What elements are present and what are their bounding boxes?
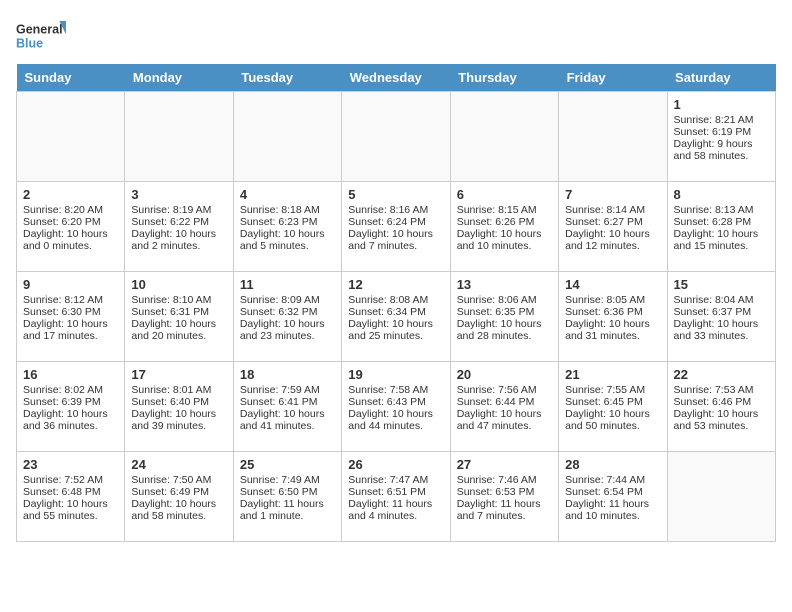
calendar-cell: 7Sunrise: 8:14 AMSunset: 6:27 PMDaylight…	[559, 182, 667, 272]
calendar-cell: 6Sunrise: 8:15 AMSunset: 6:26 PMDaylight…	[450, 182, 558, 272]
calendar-week-row: 2Sunrise: 8:20 AMSunset: 6:20 PMDaylight…	[17, 182, 776, 272]
day-number: 7	[565, 187, 660, 202]
calendar-cell: 17Sunrise: 8:01 AMSunset: 6:40 PMDayligh…	[125, 362, 233, 452]
day-number: 9	[23, 277, 118, 292]
calendar-cell	[667, 452, 775, 542]
svg-text:Blue: Blue	[16, 37, 43, 51]
calendar-cell	[233, 92, 341, 182]
day-of-week-header: Sunday	[17, 64, 125, 92]
calendar-week-row: 16Sunrise: 8:02 AMSunset: 6:39 PMDayligh…	[17, 362, 776, 452]
logo: General Blue	[16, 16, 66, 56]
calendar-cell: 4Sunrise: 8:18 AMSunset: 6:23 PMDaylight…	[233, 182, 341, 272]
day-number: 14	[565, 277, 660, 292]
day-number: 3	[131, 187, 226, 202]
logo-svg: General Blue	[16, 16, 66, 56]
calendar-cell: 19Sunrise: 7:58 AMSunset: 6:43 PMDayligh…	[342, 362, 450, 452]
calendar-cell: 12Sunrise: 8:08 AMSunset: 6:34 PMDayligh…	[342, 272, 450, 362]
calendar-cell: 8Sunrise: 8:13 AMSunset: 6:28 PMDaylight…	[667, 182, 775, 272]
calendar-cell: 22Sunrise: 7:53 AMSunset: 6:46 PMDayligh…	[667, 362, 775, 452]
calendar-cell: 20Sunrise: 7:56 AMSunset: 6:44 PMDayligh…	[450, 362, 558, 452]
svg-text:General: General	[16, 23, 63, 37]
calendar-cell: 26Sunrise: 7:47 AMSunset: 6:51 PMDayligh…	[342, 452, 450, 542]
calendar-cell: 24Sunrise: 7:50 AMSunset: 6:49 PMDayligh…	[125, 452, 233, 542]
calendar-cell: 5Sunrise: 8:16 AMSunset: 6:24 PMDaylight…	[342, 182, 450, 272]
calendar-cell: 15Sunrise: 8:04 AMSunset: 6:37 PMDayligh…	[667, 272, 775, 362]
day-of-week-header: Monday	[125, 64, 233, 92]
calendar-cell: 27Sunrise: 7:46 AMSunset: 6:53 PMDayligh…	[450, 452, 558, 542]
day-of-week-header: Thursday	[450, 64, 558, 92]
calendar-cell: 25Sunrise: 7:49 AMSunset: 6:50 PMDayligh…	[233, 452, 341, 542]
day-number: 15	[674, 277, 769, 292]
day-number: 6	[457, 187, 552, 202]
calendar-cell	[559, 92, 667, 182]
calendar-cell: 9Sunrise: 8:12 AMSunset: 6:30 PMDaylight…	[17, 272, 125, 362]
page-header: General Blue	[16, 16, 776, 56]
calendar-cell	[17, 92, 125, 182]
calendar-cell: 1Sunrise: 8:21 AMSunset: 6:19 PMDaylight…	[667, 92, 775, 182]
day-number: 28	[565, 457, 660, 472]
calendar-week-row: 23Sunrise: 7:52 AMSunset: 6:48 PMDayligh…	[17, 452, 776, 542]
calendar-cell: 23Sunrise: 7:52 AMSunset: 6:48 PMDayligh…	[17, 452, 125, 542]
day-of-week-header: Saturday	[667, 64, 775, 92]
calendar-cell: 28Sunrise: 7:44 AMSunset: 6:54 PMDayligh…	[559, 452, 667, 542]
calendar-cell: 3Sunrise: 8:19 AMSunset: 6:22 PMDaylight…	[125, 182, 233, 272]
day-number: 13	[457, 277, 552, 292]
day-number: 4	[240, 187, 335, 202]
calendar-cell: 14Sunrise: 8:05 AMSunset: 6:36 PMDayligh…	[559, 272, 667, 362]
day-number: 20	[457, 367, 552, 382]
calendar-body: 1Sunrise: 8:21 AMSunset: 6:19 PMDaylight…	[17, 92, 776, 542]
day-number: 21	[565, 367, 660, 382]
day-of-week-header: Friday	[559, 64, 667, 92]
calendar-cell: 21Sunrise: 7:55 AMSunset: 6:45 PMDayligh…	[559, 362, 667, 452]
day-number: 18	[240, 367, 335, 382]
calendar-cell	[342, 92, 450, 182]
day-number: 17	[131, 367, 226, 382]
day-number: 2	[23, 187, 118, 202]
day-number: 5	[348, 187, 443, 202]
day-number: 12	[348, 277, 443, 292]
calendar-cell: 10Sunrise: 8:10 AMSunset: 6:31 PMDayligh…	[125, 272, 233, 362]
day-number: 26	[348, 457, 443, 472]
day-number: 24	[131, 457, 226, 472]
day-number: 25	[240, 457, 335, 472]
day-number: 16	[23, 367, 118, 382]
calendar-table: SundayMondayTuesdayWednesdayThursdayFrid…	[16, 64, 776, 542]
calendar-cell	[125, 92, 233, 182]
calendar-week-row: 1Sunrise: 8:21 AMSunset: 6:19 PMDaylight…	[17, 92, 776, 182]
calendar-cell	[450, 92, 558, 182]
day-number: 23	[23, 457, 118, 472]
day-number: 8	[674, 187, 769, 202]
day-number: 19	[348, 367, 443, 382]
day-of-week-header: Wednesday	[342, 64, 450, 92]
calendar-week-row: 9Sunrise: 8:12 AMSunset: 6:30 PMDaylight…	[17, 272, 776, 362]
day-number: 27	[457, 457, 552, 472]
calendar-cell: 11Sunrise: 8:09 AMSunset: 6:32 PMDayligh…	[233, 272, 341, 362]
calendar-cell: 2Sunrise: 8:20 AMSunset: 6:20 PMDaylight…	[17, 182, 125, 272]
day-number: 11	[240, 277, 335, 292]
calendar-cell: 18Sunrise: 7:59 AMSunset: 6:41 PMDayligh…	[233, 362, 341, 452]
day-of-week-header: Tuesday	[233, 64, 341, 92]
calendar-cell: 16Sunrise: 8:02 AMSunset: 6:39 PMDayligh…	[17, 362, 125, 452]
calendar-cell: 13Sunrise: 8:06 AMSunset: 6:35 PMDayligh…	[450, 272, 558, 362]
day-number: 1	[674, 97, 769, 112]
day-number: 22	[674, 367, 769, 382]
day-number: 10	[131, 277, 226, 292]
calendar-header-row: SundayMondayTuesdayWednesdayThursdayFrid…	[17, 64, 776, 92]
